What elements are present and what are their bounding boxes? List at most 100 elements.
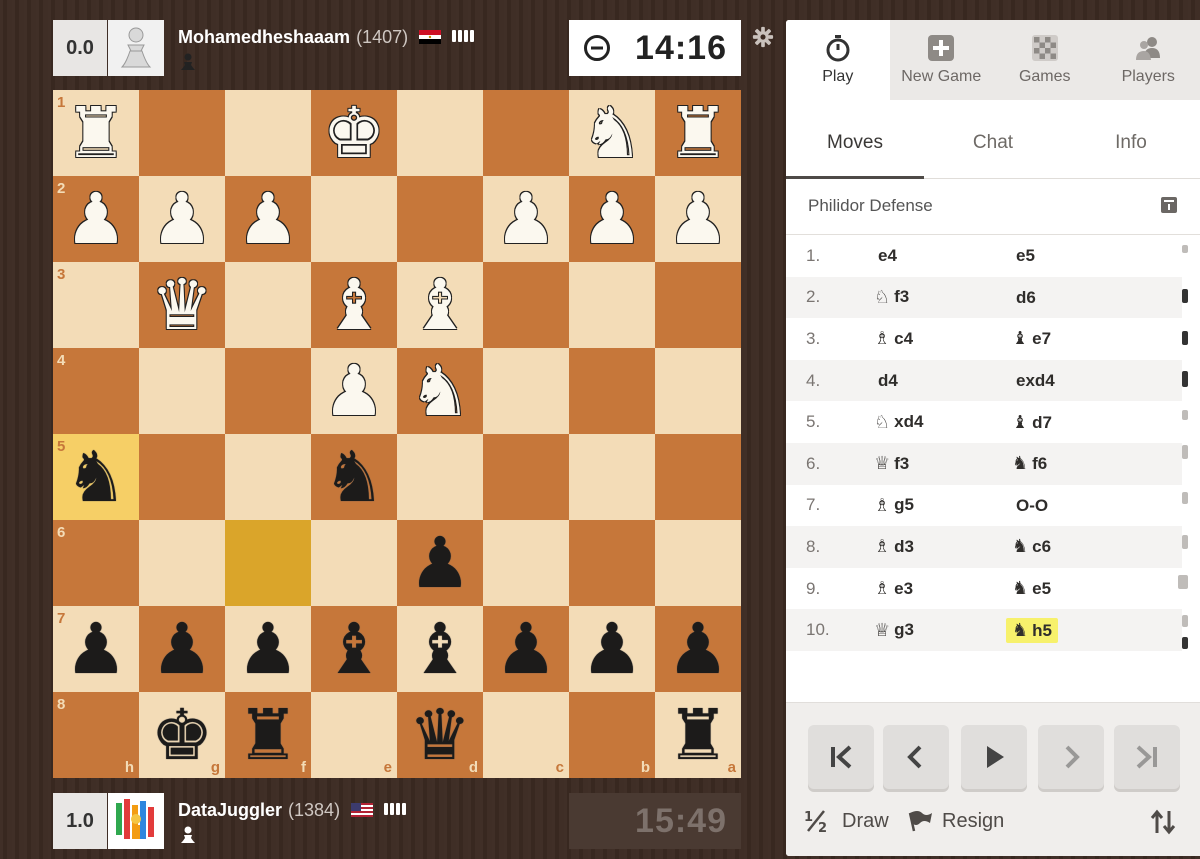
square-e8[interactable]: e bbox=[311, 692, 397, 778]
black-move[interactable]: ♞ c6 bbox=[1012, 536, 1162, 557]
white-move[interactable]: ♗ g5 bbox=[874, 495, 1012, 516]
square-a4[interactable] bbox=[655, 348, 741, 434]
square-g1[interactable] bbox=[139, 90, 225, 176]
white-pawn-icon[interactable]: ♟ bbox=[151, 184, 214, 254]
white-bishop-icon[interactable]: ♝ bbox=[409, 270, 472, 340]
black-move[interactable]: exd4 bbox=[1012, 370, 1162, 391]
last-move-button[interactable] bbox=[1114, 725, 1180, 789]
square-h3[interactable]: 3 bbox=[53, 262, 139, 348]
black-pawn-icon[interactable]: ♟ bbox=[495, 614, 558, 684]
square-c5[interactable] bbox=[483, 434, 569, 520]
square-g4[interactable] bbox=[139, 348, 225, 434]
black-move[interactable]: ♝ e7 bbox=[1012, 328, 1162, 349]
square-d3[interactable]: ♝ bbox=[397, 262, 483, 348]
black-pawn-icon[interactable]: ♟ bbox=[667, 614, 730, 684]
tab-players[interactable]: Players bbox=[1097, 20, 1200, 100]
white-move[interactable]: ♗ c4 bbox=[874, 328, 1012, 349]
tab-chat[interactable]: Chat bbox=[924, 108, 1062, 178]
square-h2[interactable]: 2 ♟ bbox=[53, 176, 139, 262]
square-c2[interactable]: ♟ bbox=[483, 176, 569, 262]
white-move[interactable]: ♘ xd4 bbox=[874, 412, 1012, 433]
square-c8[interactable]: c bbox=[483, 692, 569, 778]
white-knight-icon[interactable]: ♞ bbox=[581, 98, 644, 168]
black-rook-icon[interactable]: ♜ bbox=[237, 700, 300, 770]
black-king-icon[interactable]: ♚ bbox=[151, 700, 214, 770]
book-icon[interactable] bbox=[1160, 196, 1178, 214]
white-pawn-icon[interactable]: ♟ bbox=[323, 356, 386, 426]
square-d6[interactable]: ♟ bbox=[397, 520, 483, 606]
square-e1[interactable]: ♚ bbox=[311, 90, 397, 176]
square-h8[interactable]: 8h bbox=[53, 692, 139, 778]
white-move[interactable]: ♗ d3 bbox=[874, 536, 1012, 557]
square-e6[interactable] bbox=[311, 520, 397, 606]
white-pawn-icon[interactable]: ♟ bbox=[237, 184, 300, 254]
white-pawn-icon[interactable]: ♟ bbox=[667, 184, 730, 254]
black-pawn-icon[interactable]: ♟ bbox=[237, 614, 300, 684]
square-h5[interactable]: 5 ♞ bbox=[53, 434, 139, 520]
next-move-button[interactable] bbox=[1038, 725, 1104, 789]
white-pawn-icon[interactable]: ♟ bbox=[65, 184, 128, 254]
black-pawn-icon[interactable]: ♟ bbox=[581, 614, 644, 684]
white-pawn-icon[interactable]: ♟ bbox=[581, 184, 644, 254]
square-c4[interactable] bbox=[483, 348, 569, 434]
white-rook-icon[interactable]: ♜ bbox=[667, 98, 730, 168]
draw-button[interactable]: 1 2 Draw bbox=[804, 809, 889, 834]
move-list-scrollbar[interactable] bbox=[1178, 245, 1192, 650]
square-f3[interactable] bbox=[225, 262, 311, 348]
square-b6[interactable] bbox=[569, 520, 655, 606]
square-h7[interactable]: 7 ♟ bbox=[53, 606, 139, 692]
black-rook-icon[interactable]: ♜ bbox=[667, 700, 730, 770]
square-b5[interactable] bbox=[569, 434, 655, 520]
square-f2[interactable]: ♟ bbox=[225, 176, 311, 262]
square-d5[interactable] bbox=[397, 434, 483, 520]
square-e2[interactable] bbox=[311, 176, 397, 262]
white-king-icon[interactable]: ♚ bbox=[323, 98, 386, 168]
top-player-avatar[interactable] bbox=[108, 20, 164, 76]
white-pawn-icon[interactable]: ♟ bbox=[495, 184, 558, 254]
square-a1[interactable]: ♜ bbox=[655, 90, 741, 176]
tab-new-game[interactable]: New Game bbox=[890, 20, 994, 100]
black-queen-icon[interactable]: ♛ bbox=[409, 700, 472, 770]
white-move[interactable]: ♕ f3 bbox=[874, 453, 1012, 474]
square-c7[interactable]: ♟ bbox=[483, 606, 569, 692]
black-move[interactable]: ♞ f6 bbox=[1012, 453, 1162, 474]
white-move[interactable]: d4 bbox=[874, 371, 1012, 391]
square-c6[interactable] bbox=[483, 520, 569, 606]
square-h1[interactable]: 1 ♜ bbox=[53, 90, 139, 176]
gear-icon[interactable] bbox=[752, 26, 774, 48]
black-pawn-icon[interactable]: ♟ bbox=[409, 528, 472, 598]
black-move[interactable]: ♞ e5 bbox=[1012, 578, 1162, 599]
square-f8[interactable]: f ♜ bbox=[225, 692, 311, 778]
black-knight-icon[interactable]: ♞ bbox=[323, 442, 386, 512]
square-d8[interactable]: d ♛ bbox=[397, 692, 483, 778]
play-button[interactable] bbox=[961, 725, 1027, 789]
square-a3[interactable] bbox=[655, 262, 741, 348]
bottom-player-avatar[interactable] bbox=[108, 793, 164, 849]
square-g7[interactable]: ♟ bbox=[139, 606, 225, 692]
bottom-player-info[interactable]: DataJuggler (1384) bbox=[178, 799, 408, 821]
square-b1[interactable]: ♞ bbox=[569, 90, 655, 176]
white-move[interactable]: ♕ g3 bbox=[874, 620, 1012, 641]
square-d4[interactable]: ♞ bbox=[397, 348, 483, 434]
square-e7[interactable]: ♝ bbox=[311, 606, 397, 692]
white-move[interactable]: ♘ f3 bbox=[874, 287, 1012, 308]
square-b4[interactable] bbox=[569, 348, 655, 434]
black-move[interactable]: ♝ d7 bbox=[1012, 412, 1162, 433]
resign-button[interactable]: Resign bbox=[906, 809, 1004, 833]
black-pawn-icon[interactable]: ♟ bbox=[65, 614, 128, 684]
square-d2[interactable] bbox=[397, 176, 483, 262]
square-a7[interactable]: ♟ bbox=[655, 606, 741, 692]
square-d1[interactable] bbox=[397, 90, 483, 176]
tab-games[interactable]: Games bbox=[993, 20, 1097, 100]
black-pawn-icon[interactable]: ♟ bbox=[151, 614, 214, 684]
square-f4[interactable] bbox=[225, 348, 311, 434]
black-bishop-icon[interactable]: ♝ bbox=[323, 614, 386, 684]
square-g2[interactable]: ♟ bbox=[139, 176, 225, 262]
chess-board[interactable]: 1 ♜ ♚ ♞ ♜ 2 ♟ ♟ ♟ ♟ ♟ ♟ 3 ♛ ♝ ♝ 4 ♟ ♞ 5 ♞ ♞ 6 ♟ 7 ♟ ♟ ♟ ♝ ♝ ♟ ♟ ♟ 8 h g ♚ f ♜ e… bbox=[53, 90, 741, 778]
black-move[interactable]: d6 bbox=[1012, 287, 1162, 308]
previous-move-button[interactable] bbox=[883, 725, 949, 789]
white-knight-icon[interactable]: ♞ bbox=[409, 356, 472, 426]
flip-board-icon[interactable] bbox=[1148, 807, 1178, 837]
tab-play[interactable]: Play bbox=[786, 20, 890, 100]
black-knight-icon[interactable]: ♞ bbox=[65, 442, 128, 512]
